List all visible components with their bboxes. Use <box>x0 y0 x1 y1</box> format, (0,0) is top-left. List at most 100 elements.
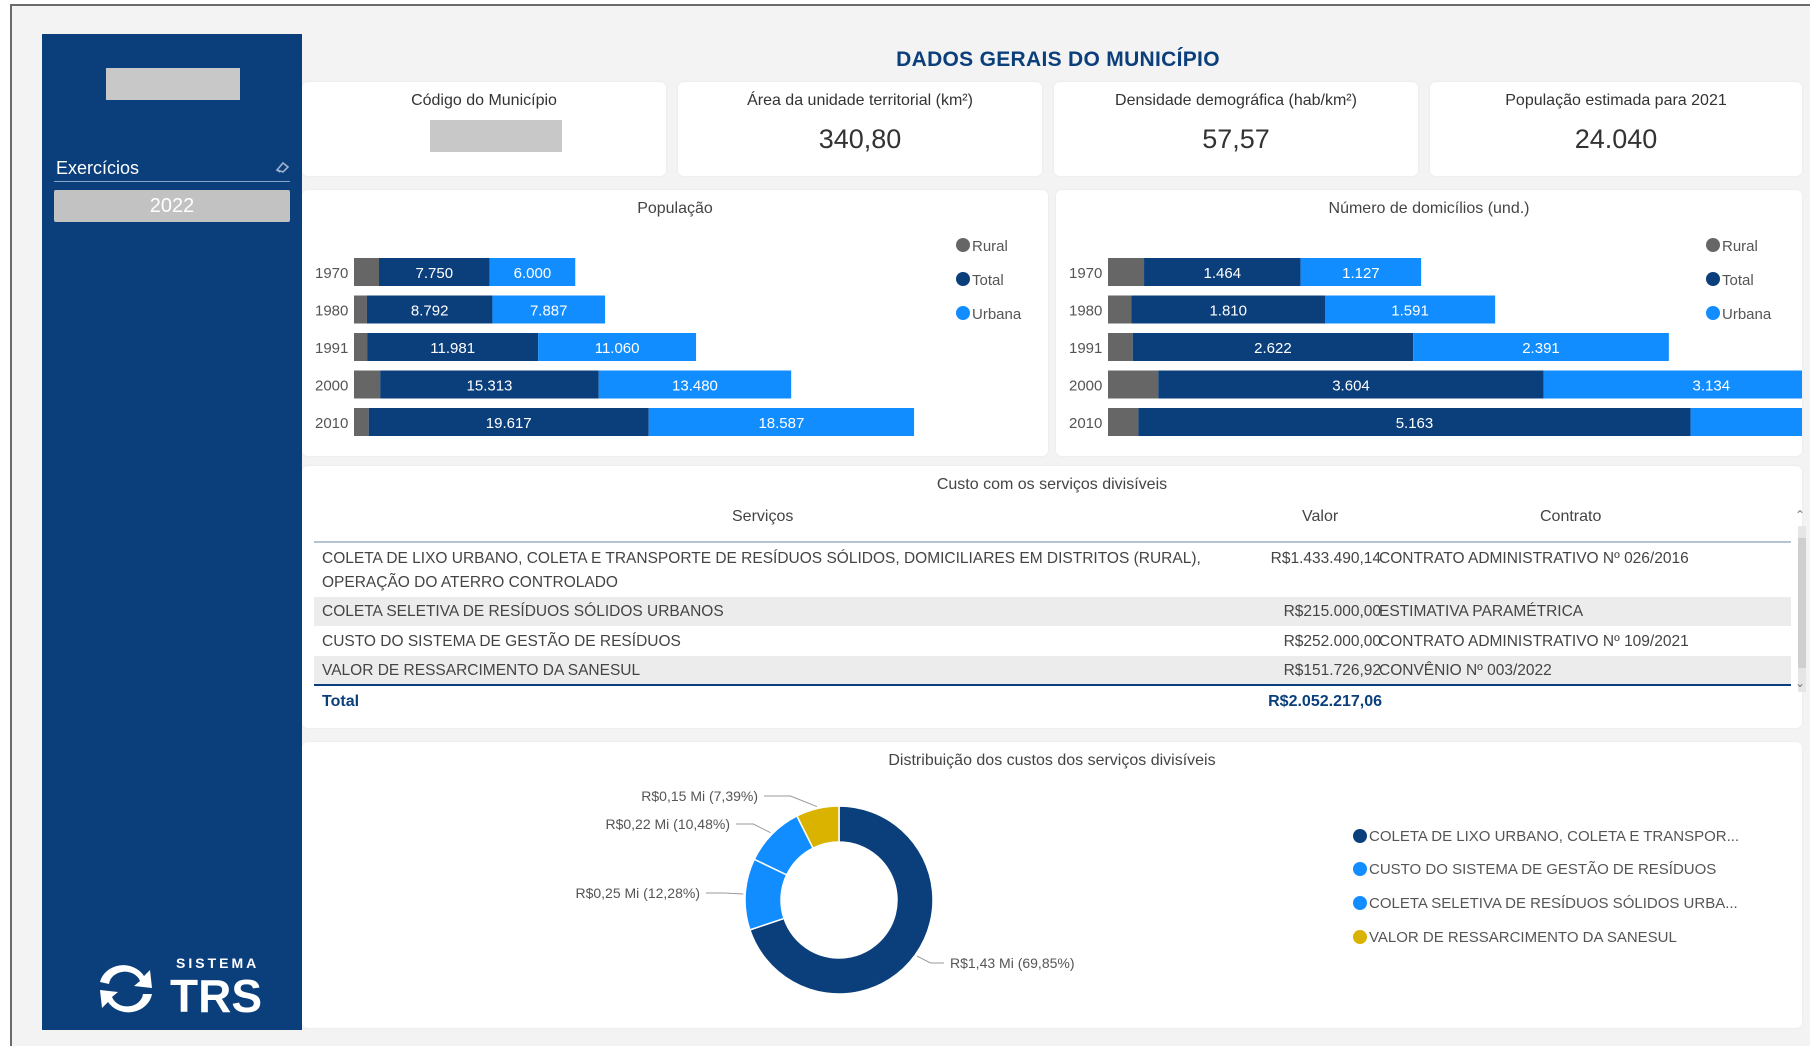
bar-rural[interactable] <box>1108 295 1132 324</box>
slice-label: R$0,15 Mi (7,39%) <box>641 788 758 804</box>
category-label: 1980 <box>1069 303 1102 320</box>
header-valor[interactable]: Valor <box>1302 508 1338 526</box>
data-label: 18.587 <box>758 415 804 432</box>
trs-logo: SISTEMA TRS <box>100 955 262 1022</box>
kpi-card-densidade: Densidade demográfica (hab/km²) 57,57 <box>1054 82 1418 176</box>
scroll-up-icon[interactable]: ⌃ <box>1795 508 1805 522</box>
table-row[interactable]: VALOR DE RESSARCIMENTO DA SANESUL R$151.… <box>314 656 1791 684</box>
legend-label[interactable]: COLETA SELETIVA DE RESÍDUOS SÓLIDOS URBA… <box>1369 895 1738 912</box>
year-slicer-item[interactable]: 2022 <box>54 190 290 222</box>
legend-dot <box>1353 862 1367 876</box>
category-label: 1970 <box>1069 265 1102 282</box>
legend-label: Rural <box>972 238 1008 255</box>
distribuicao-custos-card: Distribuição dos custos dos serviços div… <box>302 742 1802 1028</box>
filter-divider <box>54 181 290 182</box>
data-label: 2.391 <box>1522 340 1560 357</box>
slice-label: R$0,22 Mi (10,48%) <box>605 816 730 832</box>
data-label: 13.480 <box>672 378 718 395</box>
kpi-value: 24.040 <box>1574 124 1658 154</box>
category-label: 2000 <box>1069 378 1102 395</box>
populacao-chart-card: População 1970 7.750 6.000 1980 8.792 7.887 19… <box>302 190 1048 456</box>
legend-dot-urbana <box>1706 306 1720 320</box>
table-row[interactable]: CUSTO DO SISTEMA DE GESTÃO DE RESÍDUOS R… <box>314 627 1791 655</box>
legend-label[interactable]: CUSTO DO SISTEMA DE GESTÃO DE RESÍDUOS <box>1369 861 1716 878</box>
municipality-code-redacted <box>430 120 562 152</box>
bar-rural[interactable] <box>354 408 369 436</box>
legend-label: Total <box>1722 272 1754 289</box>
total-value: R$2.052.217,06 <box>1268 693 1382 710</box>
bar-urbana[interactable] <box>1543 370 1802 399</box>
bar-rural[interactable] <box>354 370 381 399</box>
page-title: DADOS GERAIS DO MUNICÍPIO <box>896 48 1220 71</box>
table-row[interactable]: COLETA DE LIXO URBANO, COLETA E TRANSPOR… <box>314 544 1791 596</box>
data-label: 7.750 <box>416 265 454 282</box>
category-label: 1991 <box>1069 340 1102 357</box>
data-label: 1.591 <box>1391 303 1429 320</box>
kpi-title: Área da unidade territorial (km²) <box>747 92 973 109</box>
data-label: 2.622 <box>1254 340 1292 357</box>
total-divider <box>314 684 1791 686</box>
bar-rural[interactable] <box>354 295 367 324</box>
exercicios-filter-label: Exercícios <box>56 158 140 178</box>
leader-line <box>916 955 944 964</box>
category-label: 2010 <box>1069 415 1102 432</box>
bar-rural[interactable] <box>1108 333 1133 361</box>
category-label: 1991 <box>315 340 348 357</box>
slice-label: R$1,43 Mi (69,85%) <box>950 955 1075 971</box>
cell-contrato: CONTRATO ADMINISTRATIVO Nº 026/2016 <box>1379 550 1689 567</box>
header-servicos[interactable]: Serviços <box>732 508 793 526</box>
svg-text:TRS: TRS <box>170 970 262 1022</box>
legend-label[interactable]: VALOR DE RESSARCIMENTO DA SANESUL <box>1369 929 1677 946</box>
bar-rural[interactable] <box>1108 408 1139 436</box>
legend-dot-rural <box>956 238 970 252</box>
kpi-title: Código do Município <box>411 92 557 109</box>
kpi-card-populacao-estimada: População estimada para 2021 24.040 <box>1430 82 1802 176</box>
bar-rural[interactable] <box>1108 370 1159 399</box>
data-label: 1.127 <box>1342 265 1380 282</box>
legend-label: Total <box>972 272 1004 289</box>
clear-filter-icon[interactable] <box>274 160 290 174</box>
scroll-down-icon[interactable]: ⌄ <box>1795 676 1805 690</box>
cell-valor: R$215.000,00 <box>1283 603 1381 620</box>
cell-contrato: ESTIMATIVA PARAMÉTRICA <box>1379 603 1584 620</box>
bar-rural[interactable] <box>354 258 379 286</box>
table-scroll-thumb[interactable] <box>1798 538 1806 668</box>
data-label: 3.134 <box>1693 378 1731 395</box>
domicilios-chart-card: Número de domicílios (und.) 1970 1.464 1.1… <box>1056 190 1802 456</box>
cell-valor: R$151.726,92 <box>1283 662 1381 679</box>
table-row[interactable]: COLETA SELETIVA DE RESÍDUOS SÓLIDOS URBA… <box>314 597 1791 626</box>
bar-rural[interactable] <box>1108 258 1145 286</box>
category-label: 2010 <box>315 415 348 432</box>
bar-urbana[interactable] <box>1690 408 1802 436</box>
legend-dot <box>1353 896 1367 910</box>
cell-contrato: CONTRATO ADMINISTRATIVO Nº 109/2021 <box>1379 633 1689 650</box>
kpi-title: População estimada para 2021 <box>1505 92 1727 109</box>
category-label: 2000 <box>315 378 348 395</box>
header-contrato[interactable]: Contrato <box>1540 508 1601 526</box>
data-label: 11.981 <box>430 340 475 357</box>
data-label: 1.464 <box>1204 265 1242 282</box>
category-label: 1980 <box>315 303 348 320</box>
legend-label: Rural <box>1722 238 1758 255</box>
populacao-bar-chart[interactable]: 1970 7.750 6.000 1980 8.792 7.887 1991 11.981 11… <box>302 190 1048 456</box>
distribuicao-donut-chart[interactable]: R$1,43 Mi (69,85%) R$0,25 Mi (12,28%) R$0,… <box>302 742 1802 1028</box>
legend-label[interactable]: COLETA DE LIXO URBANO, COLETA E TRANSPOR… <box>1369 828 1739 845</box>
legend-dot-urbana <box>956 306 970 320</box>
cell-valor: R$252.000,00 <box>1283 633 1381 650</box>
leader-line <box>736 823 771 834</box>
cell-servico: VALOR DE RESSARCIMENTO DA SANESUL <box>322 662 641 679</box>
legend-dot <box>1353 829 1367 843</box>
domicilios-bar-chart[interactable]: 1970 1.464 1.127 1980 1.810 1.591 1991 2.622 2.3… <box>1056 190 1802 456</box>
slice-label: R$0,25 Mi (12,28%) <box>575 885 700 901</box>
cell-servico: COLETA SELETIVA DE RESÍDUOS SÓLIDOS URBA… <box>322 603 724 620</box>
bar-rural[interactable] <box>354 333 368 361</box>
table-title: Custo com os serviços divisíveis <box>936 476 1168 493</box>
data-label: 3.604 <box>1332 378 1370 395</box>
data-label: 15.313 <box>467 378 513 395</box>
sidebar: Exercícios 2022 SISTEMA TRS <box>42 34 302 1030</box>
cell-servico: CUSTO DO SISTEMA DE GESTÃO DE RESÍDUOS <box>322 633 681 650</box>
cell-valor: R$1.433.490,14 <box>1270 550 1381 567</box>
category-label: 1970 <box>315 265 348 282</box>
municipality-logo-redacted <box>106 68 240 100</box>
legend-dot <box>1353 930 1367 944</box>
